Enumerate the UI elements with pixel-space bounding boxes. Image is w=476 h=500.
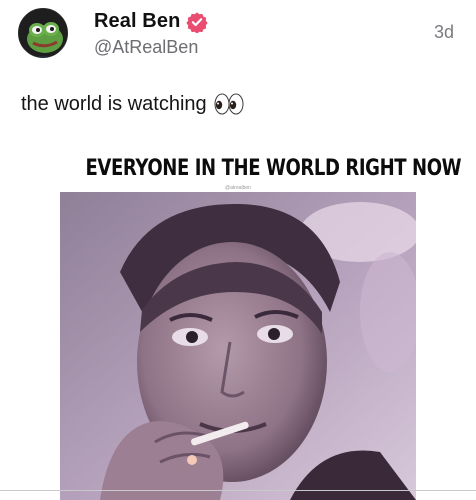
display-name[interactable]: Real Ben: [94, 10, 180, 33]
author-name-row: Real Ben: [94, 10, 209, 33]
author-handle[interactable]: @AtRealBen: [94, 37, 198, 58]
meme-image[interactable]: EVERYONE IN THE WORLD RIGHT NOW @atrealb…: [52, 146, 462, 500]
meme-photo: [60, 192, 416, 500]
tweet-post: Real Ben @AtRealBen 3d the world is watc…: [0, 0, 476, 500]
meme-caption: EVERYONE IN THE WORLD RIGHT NOW: [85, 156, 462, 181]
meme-watermark: @atrealben: [225, 185, 251, 191]
timestamp[interactable]: 3d: [434, 22, 454, 43]
post-text-content: the world is watching: [21, 92, 207, 115]
post-text: the world is watching: [21, 92, 244, 116]
verified-badge-icon: [186, 11, 209, 33]
post-divider: [0, 490, 476, 491]
frog-avatar-icon: [19, 9, 67, 57]
avatar[interactable]: [18, 8, 68, 58]
eyes-emoji-icon: [214, 92, 244, 116]
